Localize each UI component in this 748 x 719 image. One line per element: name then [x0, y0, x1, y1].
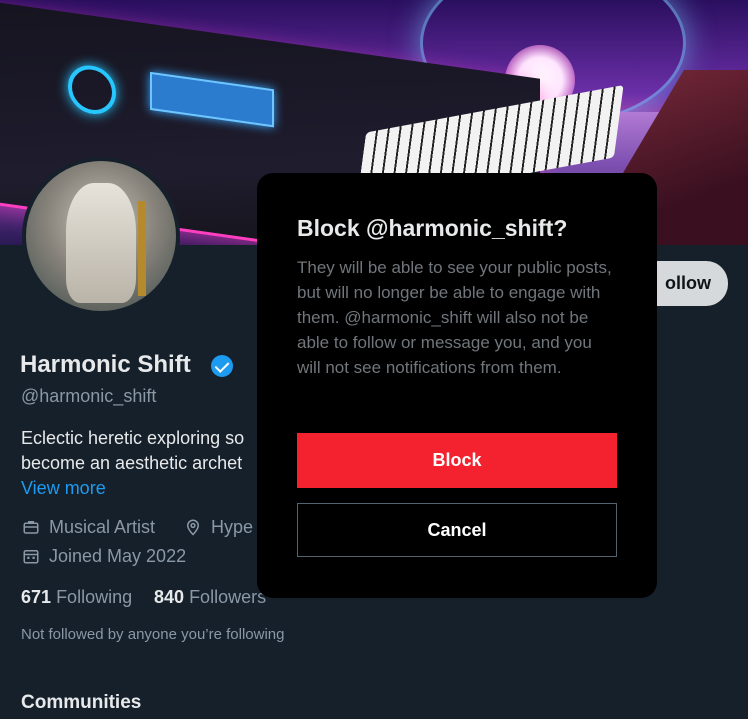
profile-handle: @harmonic_shift — [21, 386, 157, 406]
synth-screen — [150, 71, 274, 128]
following-label: Following — [56, 587, 133, 607]
followers-stat[interactable]: 840 Followers — [154, 587, 266, 608]
not-followed-notice: Not followed by anyone you’re following — [21, 626, 285, 643]
dialog-title: Block @harmonic_shift? — [297, 215, 568, 241]
communities-heading: Communities — [21, 692, 142, 713]
calendar-icon — [23, 550, 39, 564]
bio-line-1: Eclectic heretic exploring so — [21, 428, 245, 448]
view-more-link[interactable]: View more — [21, 478, 106, 499]
dialog-body: They will be able to see your public pos… — [297, 258, 612, 377]
follow-button[interactable]: ollow — [648, 261, 728, 306]
synth-dial — [68, 62, 116, 118]
avatar[interactable] — [22, 157, 180, 315]
verified-badge-icon[interactable] — [211, 355, 233, 377]
followers-label: Followers — [189, 587, 267, 607]
following-stat[interactable]: 671 Following — [21, 587, 132, 608]
briefcase-icon — [23, 521, 39, 534]
location-pin-icon — [186, 519, 200, 536]
profile-bio: Eclectic heretic exploring so become an … — [21, 426, 261, 476]
block-button[interactable]: Block — [297, 433, 617, 488]
profile-location: Hype — [211, 517, 254, 537]
cancel-button[interactable]: Cancel — [297, 503, 617, 557]
profile-joined-date: Joined May 2022 — [49, 546, 187, 566]
profile-category: Musical Artist — [49, 517, 156, 537]
bio-line-2: become an aesthetic archet — [21, 453, 243, 473]
following-count: 671 — [21, 587, 52, 607]
avatar-statue — [66, 183, 136, 303]
avatar-torch — [138, 201, 146, 296]
followers-count: 840 — [154, 587, 185, 607]
block-confirm-dialog: Block @harmonic_shift? They will be able… — [257, 173, 657, 598]
profile-name: Harmonic Shift — [20, 351, 191, 378]
